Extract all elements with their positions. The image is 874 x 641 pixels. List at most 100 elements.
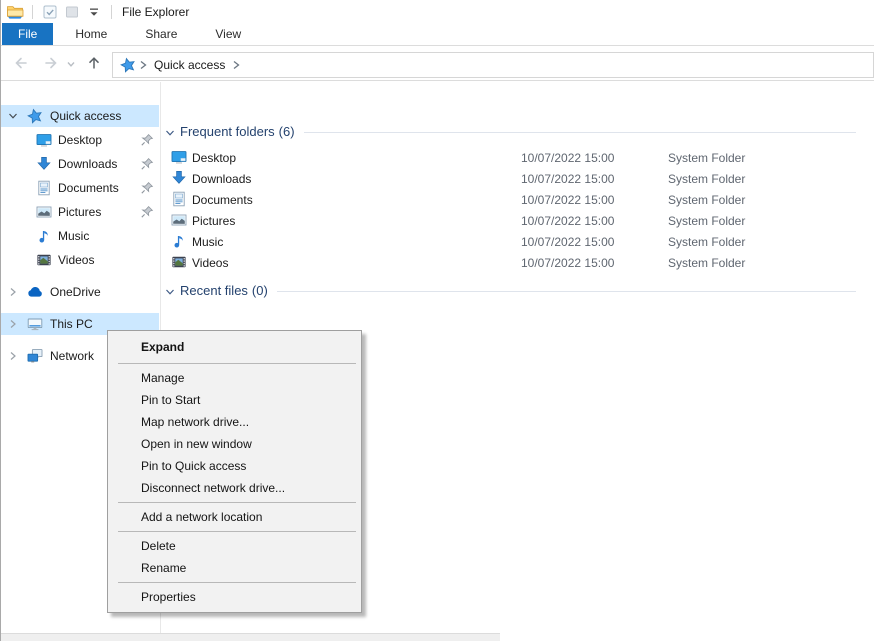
qat-customize-button[interactable] <box>85 3 103 21</box>
file-type: System Folder <box>668 151 745 165</box>
chevron-right-icon[interactable] <box>7 350 19 362</box>
file-date-modified: 10/07/2022 15:00 <box>521 256 614 270</box>
menu-item-pin-to-quick-access[interactable]: Pin to Quick access <box>108 455 361 477</box>
sidebar-item-desktop[interactable]: Desktop <box>0 129 159 151</box>
file-row-pictures[interactable]: Pictures 10/07/2022 15:00 System Folder <box>161 210 874 231</box>
group-header-rule <box>277 291 856 292</box>
titlebar-divider <box>32 5 33 19</box>
chevron-down-icon[interactable] <box>7 110 19 122</box>
group-header-recent-files[interactable]: Recent files (0) <box>164 282 856 299</box>
back-button[interactable] <box>12 55 30 71</box>
menu-item-delete[interactable]: Delete <box>108 535 361 557</box>
file-row-videos[interactable]: Videos 10/07/2022 15:00 System Folder <box>161 252 874 273</box>
ribbon-tab-bar: File Home Share View <box>0 23 874 46</box>
up-button[interactable] <box>86 55 102 71</box>
menu-item-map-network-drive[interactable]: Map network drive... <box>108 411 361 433</box>
file-row-documents[interactable]: Documents 10/07/2022 15:00 System Folder <box>161 189 874 210</box>
documents-icon <box>36 180 54 196</box>
file-date-modified: 10/07/2022 15:00 <box>521 151 614 165</box>
file-type: System Folder <box>668 193 745 207</box>
desktop-icon <box>36 132 54 148</box>
menu-item-disconnect-network-drive[interactable]: Disconnect network drive... <box>108 477 361 499</box>
group-header-frequent-folders[interactable]: Frequent folders (6) <box>164 123 856 140</box>
new-folder-icon <box>65 5 79 19</box>
menu-separator <box>118 502 356 503</box>
group-title: Recent files <box>180 283 248 298</box>
menu-item-open-in-new-window[interactable]: Open in new window <box>108 433 361 455</box>
sidebar-item-onedrive[interactable]: OneDrive <box>0 281 159 303</box>
group-count: (6) <box>279 124 295 139</box>
arrow-left-icon <box>12 55 30 71</box>
sidebar-item-label: Quick access <box>50 109 121 123</box>
chevron-right-icon[interactable] <box>7 286 19 298</box>
forward-button[interactable] <box>42 55 60 71</box>
file-row-downloads[interactable]: Downloads 10/07/2022 15:00 System Folder <box>161 168 874 189</box>
quick-access-star-icon <box>27 108 45 124</box>
menu-item-rename[interactable]: Rename <box>108 557 361 579</box>
music-icon <box>36 228 54 244</box>
chevron-down-icon <box>89 7 99 17</box>
breadcrumb-item-quick-access[interactable]: Quick access <box>150 58 229 72</box>
breadcrumb-chevron-icon[interactable] <box>138 59 148 71</box>
pin-icon <box>140 133 154 147</box>
sidebar-item-downloads[interactable]: Downloads <box>0 153 159 175</box>
menu-item-expand[interactable]: Expand <box>108 334 361 360</box>
sidebar-item-pictures[interactable]: Pictures <box>0 201 159 223</box>
group-count: (0) <box>252 283 268 298</box>
sidebar-item-videos[interactable]: Videos <box>0 249 159 271</box>
quick-access-star-icon <box>120 57 136 73</box>
tab-file[interactable]: File <box>2 23 53 45</box>
sidebar-item-quick-access[interactable]: Quick access <box>0 105 159 127</box>
menu-item-pin-to-start[interactable]: Pin to Start <box>108 389 361 411</box>
file-date-modified: 10/07/2022 15:00 <box>521 193 614 207</box>
arrow-right-icon <box>42 55 60 71</box>
sidebar-item-label: OneDrive <box>50 285 101 299</box>
file-name: Pictures <box>192 214 235 228</box>
sidebar-item-label: Pictures <box>58 205 101 219</box>
address-bar[interactable]: Quick access <box>112 52 874 78</box>
menu-item-add-a-network-location[interactable]: Add a network location <box>108 506 361 528</box>
properties-icon <box>43 5 57 19</box>
documents-icon <box>171 191 187 207</box>
status-bar <box>0 633 500 641</box>
sidebar-item-label: Music <box>58 229 89 243</box>
file-date-modified: 10/07/2022 15:00 <box>521 172 614 186</box>
file-type: System Folder <box>668 235 745 249</box>
tab-view[interactable]: View <box>199 23 257 45</box>
tab-home[interactable]: Home <box>59 23 123 45</box>
videos-icon <box>171 254 187 270</box>
file-date-modified: 10/07/2022 15:00 <box>521 214 614 228</box>
sidebar-item-label: Desktop <box>58 133 102 147</box>
menu-item-manage[interactable]: Manage <box>108 367 361 389</box>
tab-share[interactable]: Share <box>129 23 193 45</box>
sidebar-item-documents[interactable]: Documents <box>0 177 159 199</box>
file-name: Desktop <box>192 151 236 165</box>
window-title: File Explorer <box>122 5 189 19</box>
chevron-right-icon[interactable] <box>7 318 19 330</box>
file-row-music[interactable]: Music 10/07/2022 15:00 System Folder <box>161 231 874 252</box>
sidebar-item-label: This PC <box>50 317 93 331</box>
menu-item-properties[interactable]: Properties <box>108 586 361 608</box>
pictures-icon <box>171 212 187 228</box>
pin-icon <box>140 205 154 219</box>
pictures-icon <box>36 204 54 220</box>
chevron-down-icon <box>164 286 176 298</box>
file-row-desktop[interactable]: Desktop 10/07/2022 15:00 System Folder <box>161 147 874 168</box>
downloads-icon <box>36 156 54 172</box>
downloads-icon <box>171 170 187 186</box>
sidebar-item-music[interactable]: Music <box>0 225 159 247</box>
file-name: Videos <box>192 256 228 270</box>
sidebar-item-label: Videos <box>58 253 94 267</box>
sidebar-item-label: Downloads <box>58 157 117 171</box>
qat-new-folder-button[interactable] <box>63 3 81 21</box>
onedrive-cloud-icon <box>27 284 45 300</box>
desktop-icon <box>171 149 187 165</box>
file-name: Documents <box>192 193 253 207</box>
window-left-border <box>0 0 1 641</box>
music-icon <box>171 233 187 249</box>
file-date-modified: 10/07/2022 15:00 <box>521 235 614 249</box>
recent-locations-button[interactable] <box>66 59 76 69</box>
breadcrumb-chevron-icon[interactable] <box>231 59 241 71</box>
qat-properties-button[interactable] <box>41 3 59 21</box>
group-header-rule <box>304 132 856 133</box>
